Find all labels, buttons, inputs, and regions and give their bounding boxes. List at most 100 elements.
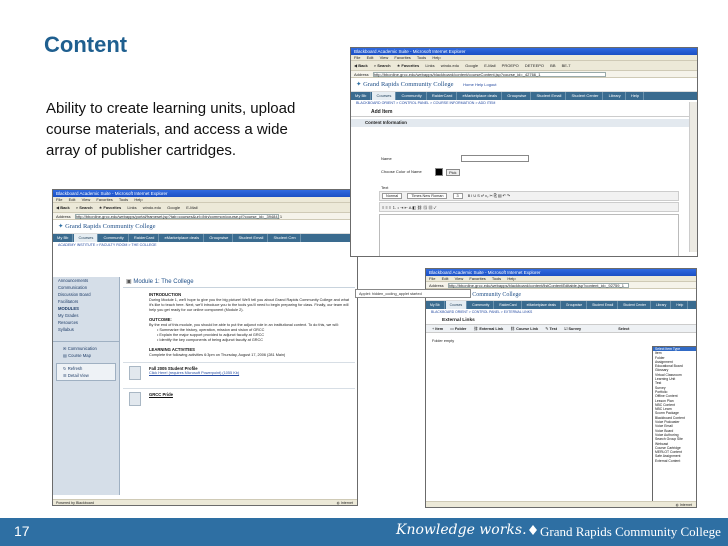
nav-announcements[interactable]: Announcements: [53, 277, 119, 284]
link-be7[interactable]: BE-7: [562, 63, 571, 68]
tab-courses[interactable]: Courses: [74, 234, 99, 242]
tab-emarketplace[interactable]: eMarketplace deals: [523, 301, 561, 309]
tab-raidercard[interactable]: RaiderCard: [428, 92, 458, 100]
link-email[interactable]: E-Mail: [484, 63, 495, 68]
menu-favorites[interactable]: Favorites: [469, 276, 485, 281]
tab-community[interactable]: Community: [100, 234, 129, 242]
top-user-links[interactable]: Home Help Logout: [463, 82, 496, 87]
back-button[interactable]: ◀ Back: [354, 63, 368, 68]
bottom-window-titlebar[interactable]: Blackboard Academic Suite - Microsoft In…: [426, 269, 696, 276]
tab-my-bb[interactable]: My Bb: [53, 234, 74, 242]
nav-syllabus[interactable]: Syllabus: [53, 326, 119, 333]
back-button[interactable]: ◀ Back: [56, 205, 70, 210]
tab-community[interactable]: Community: [398, 92, 427, 100]
add-test-tool[interactable]: ✎ Test: [545, 327, 557, 331]
tab-groupwise[interactable]: Groupwise: [205, 234, 234, 242]
tab-courses[interactable]: Courses: [445, 301, 468, 309]
search-button[interactable]: ⌕ Search: [76, 205, 93, 210]
tab-student-center[interactable]: Student Cen: [270, 234, 301, 242]
link-google[interactable]: Google: [465, 63, 478, 68]
menu-help[interactable]: Help: [507, 276, 515, 281]
add-item-tool[interactable]: + Item: [432, 327, 443, 331]
favorites-button[interactable]: ★ Favorites: [99, 205, 122, 210]
tab-library[interactable]: Library: [605, 92, 626, 100]
editor-text-area[interactable]: [379, 214, 679, 256]
link-email[interactable]: E-Mail: [186, 205, 197, 210]
favorites-button[interactable]: ★ Favorites: [397, 63, 420, 68]
tab-student-center[interactable]: Student Center: [568, 92, 604, 100]
nav-discussion-board[interactable]: Discussion Board: [53, 291, 119, 298]
menu-edit[interactable]: Edit: [69, 197, 76, 202]
menu-file[interactable]: File: [429, 276, 435, 281]
content-item-link[interactable]: Click Here! (requires Microsoft Powerpoi…: [149, 371, 355, 375]
tab-help[interactable]: Help: [627, 92, 645, 100]
tab-student-email[interactable]: Student Email: [533, 92, 567, 100]
menu-help[interactable]: Help: [134, 197, 142, 202]
menu-tools[interactable]: Tools: [119, 197, 128, 202]
nav-communication[interactable]: Communication: [53, 284, 119, 291]
color-swatch[interactable]: [435, 168, 443, 176]
links-button[interactable]: Links: [425, 63, 434, 68]
content-item-title-link[interactable]: GRCC Pride: [149, 392, 355, 397]
add-external-link-tool[interactable]: ⛓ External Link: [473, 327, 503, 331]
link-windo[interactable]: windo.edu: [143, 205, 161, 210]
main-window-titlebar[interactable]: Blackboard Academic Suite - Microsoft In…: [53, 190, 357, 197]
menu-favorites[interactable]: Favorites: [96, 197, 112, 202]
tab-student-email[interactable]: Student Email: [235, 234, 269, 242]
nav-resources[interactable]: Resources: [53, 319, 119, 326]
link-proepo[interactable]: PROEPO: [502, 63, 519, 68]
top-breadcrumb[interactable]: BLACKBOARD ORIENT > CONTROL PANEL > COUR…: [351, 100, 697, 107]
font-select[interactable]: Times New Roman: [407, 193, 448, 199]
size-select[interactable]: 3: [452, 193, 463, 199]
nav-tool-communication[interactable]: ✉ Communication: [58, 345, 119, 352]
menu-edit[interactable]: Edit: [442, 276, 449, 281]
tab-groupwise[interactable]: Groupwise: [503, 92, 532, 100]
add-course-link-tool[interactable]: ⛓ Course Link: [510, 327, 538, 331]
style-select[interactable]: Normal: [382, 193, 403, 199]
tab-community[interactable]: Community: [468, 301, 495, 309]
bottom-address-input[interactable]: http://bbonline.grcc.edu/webapps/blackbo…: [447, 283, 630, 288]
tab-my-bb[interactable]: My Bb: [426, 301, 445, 309]
pick-color-button[interactable]: Pick: [446, 169, 460, 176]
menu-edit[interactable]: Edit: [367, 55, 374, 60]
main-address-input[interactable]: http://bbonline.grcc.edu/webapps/portal/…: [74, 214, 282, 219]
tab-raidercard[interactable]: RaiderCard: [495, 301, 522, 309]
menu-file[interactable]: File: [56, 197, 62, 202]
tab-library[interactable]: Library: [652, 301, 672, 309]
name-input[interactable]: [461, 155, 529, 162]
item-type-dropdown[interactable]: Select Item Type Item Folder Assignment …: [652, 346, 696, 507]
tab-student-center[interactable]: Student Center: [619, 301, 651, 309]
tab-help[interactable]: Help: [672, 301, 689, 309]
tab-raidercard[interactable]: RaiderCard: [130, 234, 160, 242]
top-window-scrollbar[interactable]: [689, 102, 697, 252]
link-windo[interactable]: windo.edu: [441, 63, 459, 68]
search-button[interactable]: ⌕ Search: [374, 63, 391, 68]
menu-view[interactable]: View: [82, 197, 91, 202]
menu-tools[interactable]: Tools: [492, 276, 501, 281]
menu-tools[interactable]: Tools: [417, 55, 426, 60]
link-bb[interactable]: BB: [550, 63, 555, 68]
menu-favorites[interactable]: Favorites: [394, 55, 410, 60]
nav-my-grades[interactable]: My Grades: [53, 312, 119, 319]
tab-emarketplace[interactable]: eMarketplace deals: [160, 234, 205, 242]
links-button[interactable]: Links: [127, 205, 136, 210]
tab-student-email[interactable]: Student Email: [588, 301, 619, 309]
dropdown-option[interactable]: External Content: [653, 459, 696, 463]
nav-tool-course-map[interactable]: ▤ Course Map: [58, 352, 119, 359]
add-survey-tool[interactable]: ☑ Survey: [564, 327, 581, 331]
redo-icon[interactable]: ↷: [507, 194, 510, 198]
menu-view[interactable]: View: [455, 276, 464, 281]
detail-view-link[interactable]: ☰ Detail View: [57, 372, 115, 379]
top-window-titlebar[interactable]: Blackboard Academic Suite - Microsoft In…: [351, 48, 697, 55]
menu-view[interactable]: View: [380, 55, 389, 60]
bottom-breadcrumb[interactable]: BLACKBOARD ORIENT > CONTROL PANEL > EXTE…: [426, 309, 696, 316]
nav-facilitators[interactable]: Facilitators: [53, 298, 119, 305]
tab-my-bb[interactable]: My Bb: [351, 92, 372, 100]
add-folder-tool[interactable]: ▭ Folder: [450, 327, 466, 331]
nav-modules[interactable]: MODULES: [53, 305, 119, 312]
menu-file[interactable]: File: [354, 55, 360, 60]
tab-groupwise[interactable]: Groupwise: [562, 301, 588, 309]
tab-emarketplace[interactable]: eMarketplace deals: [458, 92, 503, 100]
link-deteepo[interactable]: DETEEPO: [525, 63, 544, 68]
link-google[interactable]: Google: [167, 205, 180, 210]
